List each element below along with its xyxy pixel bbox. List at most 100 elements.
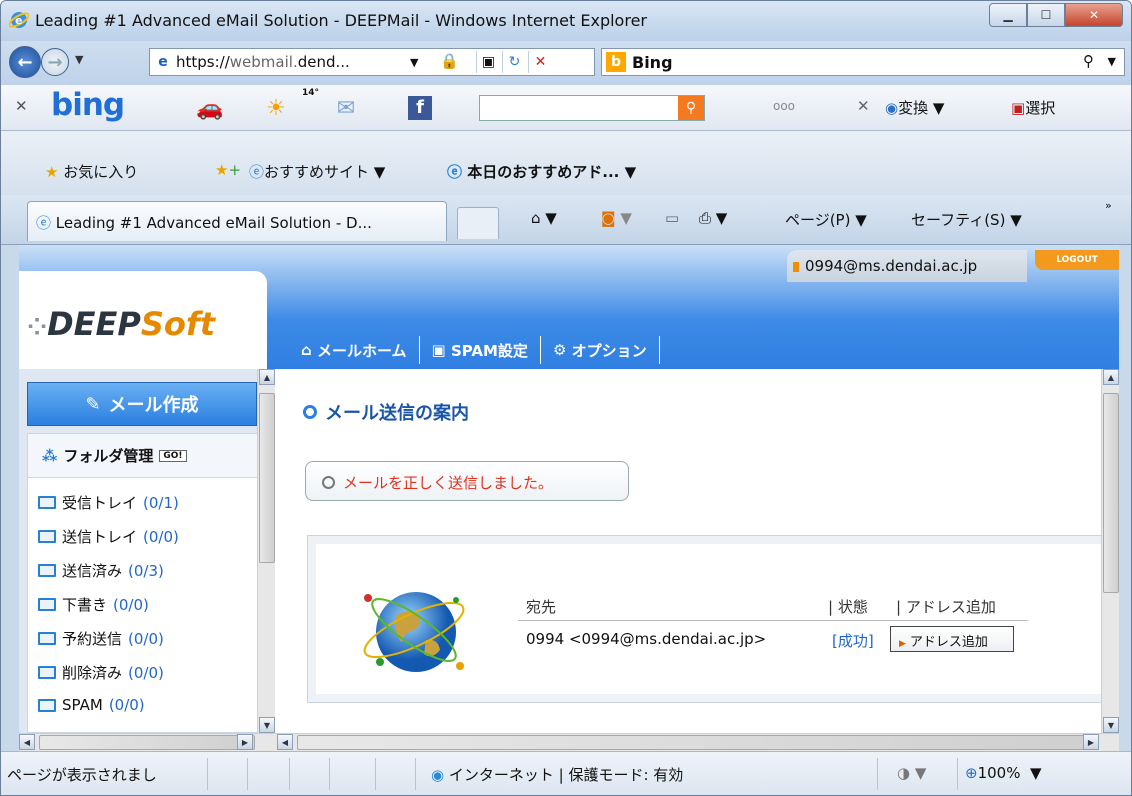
chevron-more-icon[interactable]: »	[1105, 199, 1112, 212]
refresh-icon[interactable]: ↻	[502, 51, 526, 73]
sidebar: ✎ メール作成 ⁂ フォルダ管理 GO! 受信トレイ (0/1) 送信トレイ (0/0…	[19, 369, 275, 733]
folder-sent[interactable]: 送信済み (0/3)	[38, 560, 164, 581]
scroll-up-icon[interactable]: ▲	[1103, 369, 1119, 385]
addons-button[interactable]: ⓔ 本日のおすすめアド... ▼	[447, 161, 636, 182]
more-dots[interactable]: ooo	[773, 99, 795, 113]
print-icon[interactable]: ⎙ ▼	[699, 209, 727, 227]
lock-icon[interactable]: 🔒	[440, 52, 459, 72]
folder-spam[interactable]: SPAM (0/0)	[38, 696, 145, 714]
folder-icon	[38, 530, 56, 543]
search-dropdown-icon[interactable]: ▼	[1108, 55, 1116, 68]
globe-icon	[363, 592, 465, 672]
ie-logo-icon: e	[9, 12, 29, 28]
close-x-icon[interactable]: ✕	[857, 97, 870, 115]
table-divider	[518, 620, 1028, 621]
minimize-button[interactable]: ▁	[989, 3, 1027, 27]
scroll-down-icon[interactable]: ▼	[1103, 717, 1119, 733]
zoom-control[interactable]: ⊕100% ▼	[965, 764, 1042, 782]
logout-button[interactable]: LOGOUT	[1035, 250, 1119, 270]
tab-bar: ⓔ Leading #1 Advanced eMail Solution - D…	[1, 195, 1131, 245]
search-box[interactable]: b Bing ⚲ ▼	[601, 48, 1125, 76]
deepsoft-logo[interactable]: ⁘DEEPSoft	[27, 305, 215, 343]
nav-spam-settings[interactable]: ▣ SPAM設定	[420, 336, 541, 364]
folder-deleted[interactable]: 削除済み (0/0)	[38, 662, 164, 683]
scroll-left-icon[interactable]: ◀	[277, 734, 293, 750]
scroll-left-icon[interactable]: ◀	[19, 734, 35, 750]
forward-button[interactable]: →	[41, 48, 69, 76]
search-icon[interactable]: ⚲	[1083, 52, 1094, 70]
folder-manager: ⁂ フォルダ管理 GO! 受信トレイ (0/1) 送信トレイ (0/0) 送信済み(…	[27, 433, 265, 733]
safety-menu[interactable]: セーフティ(S) ▼	[911, 209, 1022, 230]
close-button[interactable]: ✕	[1065, 3, 1123, 27]
header-recipient: 宛先	[526, 598, 557, 616]
feeds-icon[interactable]: ◙ ▼	[601, 209, 632, 227]
stop-icon[interactable]: ✕	[528, 51, 552, 73]
user-indicator-icon	[793, 262, 799, 272]
recipient-cell: 0994 <0994@ms.dendai.ac.jp>	[526, 630, 767, 648]
back-button[interactable]: ←	[9, 46, 41, 78]
page-title: メール送信の案内	[303, 399, 469, 425]
favorites-button[interactable]: ★ お気に入り	[45, 161, 138, 182]
go-button[interactable]: GO!	[159, 449, 187, 462]
folder-drafts[interactable]: 下書き (0/0)	[38, 594, 149, 615]
folder-inbox[interactable]: 受信トレイ (0/1)	[38, 492, 179, 513]
folder-outbox[interactable]: 送信トレイ (0/0)	[38, 526, 179, 547]
horizontal-scrollbar[interactable]: ◀ ▶ ◀ ▶	[19, 733, 1119, 751]
triangle-icon: ▶	[899, 639, 906, 649]
info-icon	[322, 476, 335, 489]
compose-button[interactable]: ✎ メール作成	[27, 382, 257, 426]
url-dropdown-icon[interactable]: ▼	[410, 56, 418, 69]
temperature-label: 14°	[302, 88, 320, 98]
car-icon[interactable]: 🚗	[191, 93, 229, 123]
sidebar-hscroll-thumb[interactable]	[39, 735, 255, 750]
new-tab-button[interactable]	[457, 207, 499, 239]
toolbar-close-icon[interactable]: ✕	[15, 97, 28, 115]
tab-active[interactable]: ⓔ Leading #1 Advanced eMail Solution - D…	[27, 201, 447, 241]
facebook-icon[interactable]: f	[401, 93, 439, 123]
address-bar[interactable]: e https://webmail.dend... ▼ 🔒 ▣ ↻ ✕	[149, 48, 595, 76]
scroll-down-icon[interactable]: ▼	[259, 717, 275, 733]
main-scrollbar[interactable]: ▲ ▼	[1101, 369, 1119, 733]
main-hscroll-thumb[interactable]	[297, 735, 1097, 750]
compat-view-icon[interactable]: ▣	[476, 51, 500, 73]
bing-search-icon: b	[606, 52, 626, 72]
nav-options[interactable]: ⚙ オプション	[541, 336, 660, 364]
scroll-right-icon[interactable]: ▶	[237, 734, 253, 750]
convert-button[interactable]: ◉変換 ▼	[885, 97, 944, 118]
mail-icon[interactable]: ✉	[327, 93, 365, 123]
folder-scheduled[interactable]: 予約送信 (0/0)	[38, 628, 164, 649]
url-text[interactable]: https://webmail.dend...	[176, 53, 350, 71]
sidebar-scrollbar[interactable]: ▲ ▼	[257, 369, 275, 733]
favorites-bar: ★ お気に入り ★+ ⓔおすすめサイト ▼ ⓔ 本日のおすすめアド... ▼	[1, 131, 1131, 195]
logo-tab: ⁘DEEPSoft	[19, 271, 267, 371]
maximize-button[interactable]: ☐	[1027, 3, 1065, 27]
home-icon[interactable]: ⌂ ▼	[531, 209, 557, 227]
header-status: | 状態	[828, 598, 868, 616]
page-menu[interactable]: ページ(P) ▼	[785, 209, 867, 230]
star-icon: ★	[45, 163, 59, 181]
bing-search-input[interactable]: ⚲	[479, 95, 705, 121]
zoom-icon: ⊕	[965, 764, 978, 782]
history-dropdown-icon[interactable]: ▼	[75, 53, 83, 66]
weather-sun-icon[interactable]: ☀	[257, 93, 295, 123]
add-favorites-icon[interactable]: ★+	[215, 161, 241, 179]
select-button[interactable]: ▣選択	[1011, 97, 1055, 118]
scroll-up-icon[interactable]: ▲	[259, 369, 275, 385]
status-bar: ページが表示されまし ◉ インターネット | 保護モード: 有効 ◑ ▼ ⊕10…	[1, 751, 1131, 795]
bing-toolbar: ✕ bing 🚗 ☀ 14° ✉ f ⚲ ooo ✕ ◉変換 ▼ ▣選択	[1, 85, 1131, 131]
security-zone[interactable]: ◉ インターネット | 保護モード: 有効	[431, 764, 683, 785]
read-mail-icon[interactable]: ▭	[665, 209, 679, 227]
address-row: ← → ▼ e https://webmail.dend... ▼ 🔒 ▣ ↻ …	[1, 41, 1131, 85]
main-scroll-thumb[interactable]	[1103, 393, 1119, 593]
bing-logo[interactable]: bing	[51, 87, 125, 123]
nav-mail-home[interactable]: ⌂ メールホーム	[289, 336, 420, 364]
user-box: 0994@ms.dendai.ac.jp	[787, 250, 1027, 282]
bing-search-button[interactable]: ⚲	[678, 96, 704, 120]
user-email: 0994@ms.dendai.ac.jp	[805, 257, 978, 275]
sidebar-scroll-thumb[interactable]	[259, 393, 275, 563]
suggested-sites-button[interactable]: ⓔおすすめサイト ▼	[249, 161, 385, 182]
folder-icon	[38, 496, 56, 509]
protected-mode-icon[interactable]: ◑ ▼	[897, 764, 926, 782]
add-address-button[interactable]: ▶ アドレス追加	[890, 626, 1014, 652]
scroll-right-icon[interactable]: ▶	[1083, 734, 1099, 750]
